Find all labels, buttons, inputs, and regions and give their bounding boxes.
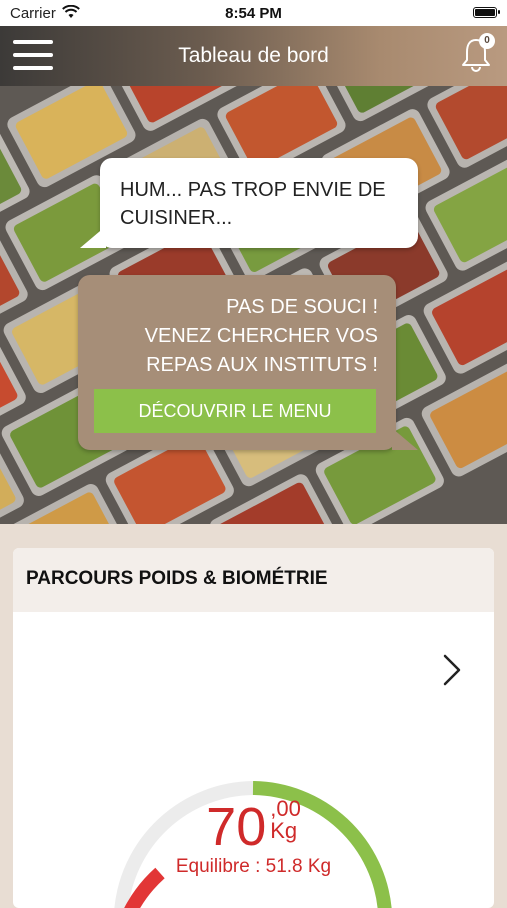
weight-biometrics-card: PARCOURS POIDS & BIOMÉTRIE 70,00 Kg Equil… <box>13 548 494 908</box>
weight-integer: 70 <box>206 797 267 857</box>
weight-unit: Kg <box>270 818 298 843</box>
page-title: Tableau de bord <box>178 44 329 67</box>
battery-icon <box>473 7 500 18</box>
current-weight: 70,00 Kg <box>13 796 494 858</box>
card-header: PARCOURS POIDS & BIOMÉTRIE <box>13 548 494 612</box>
weight-fraction: ,00 Kg <box>270 798 301 842</box>
hero-banner: HUM... PAS TROP ENVIE DE CUISINER... PAS… <box>0 86 507 524</box>
question-bubble: HUM... PAS TROP ENVIE DE CUISINER... <box>80 158 418 248</box>
notification-badge: 0 <box>479 33 495 49</box>
status-bar: Carrier 8:54 PM <box>0 0 507 26</box>
navigation-bar: Tableau de bord 0 <box>0 26 507 86</box>
answer-bubble: PAS DE SOUCI ! VENEZ CHERCHER VOS REPAS … <box>78 275 418 450</box>
answer-text: PAS DE SOUCI ! VENEZ CHERCHER VOS REPAS … <box>98 293 378 380</box>
answer-line-2: VENEZ CHERCHER VOS <box>144 325 378 347</box>
card-title: PARCOURS POIDS & BIOMÉTRIE <box>26 568 328 589</box>
answer-line-1: PAS DE SOUCI ! <box>226 296 378 318</box>
equilibrium-weight: Equilibre : 51.8 Kg <box>175 856 332 877</box>
clock: 8:54 PM <box>225 5 282 22</box>
chevron-right-icon[interactable] <box>441 652 463 688</box>
discover-menu-button[interactable]: DÉCOUVRIR LE MENU <box>94 389 376 433</box>
answer-line-3: REPAS AUX INSTITUTS ! <box>146 354 378 376</box>
question-text: HUM... PAS TROP ENVIE DE CUISINER... <box>120 179 386 229</box>
notifications-button[interactable]: 0 <box>459 33 495 72</box>
